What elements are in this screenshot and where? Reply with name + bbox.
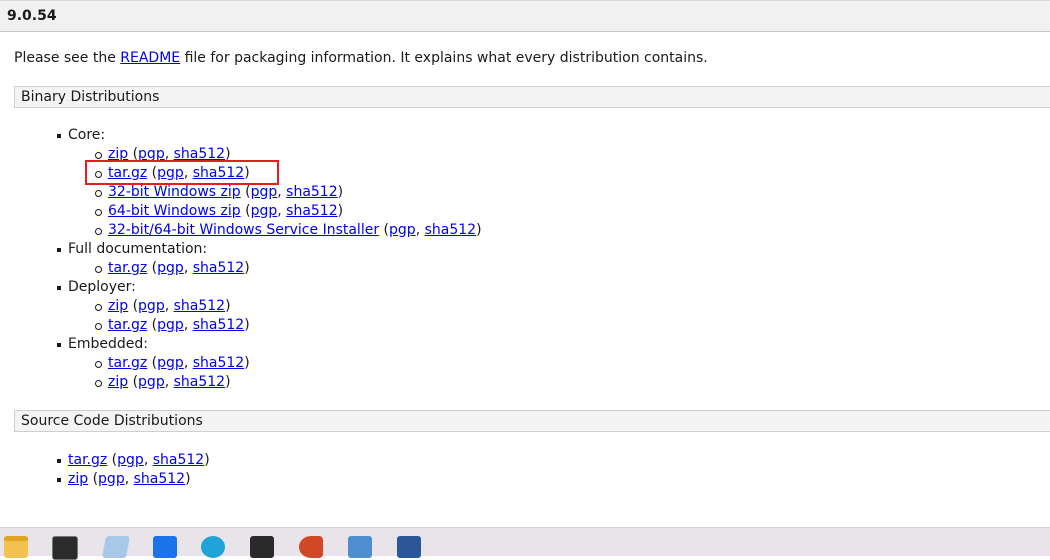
sha512-link[interactable]: sha512 [193,355,244,371]
sha512-link[interactable]: sha512 [286,184,337,200]
download-link[interactable]: zip [108,374,128,390]
pgp-link[interactable]: pgp [98,471,125,487]
sha512-link[interactable]: sha512 [193,260,244,276]
pgp-link[interactable]: pgp [157,260,184,276]
sha512-link[interactable]: sha512 [425,222,476,238]
list-item: zip (pgp, sha512) [94,297,482,316]
list-item: Full documentation: tar.gz (pgp, sha512) [54,240,482,278]
download-link[interactable]: 32-bit/64-bit Windows Service Installer [108,222,379,238]
terminal-icon[interactable] [52,536,78,560]
download-link[interactable]: tar.gz [108,260,147,276]
pgp-link[interactable]: pgp [389,222,416,238]
source-list: tar.gz (pgp, sha512) zip (pgp, sha512) [54,451,210,489]
deployer-sublist: zip (pgp, sha512) tar.gz (pgp, sha512) [94,297,482,335]
sha512-link[interactable]: sha512 [134,471,185,487]
download-link[interactable]: 32-bit Windows zip [108,184,241,200]
sha512-link[interactable]: sha512 [174,374,225,390]
download-link[interactable]: zip [108,298,128,314]
embedded-sublist: tar.gz (pgp, sha512) zip (pgp, sha512) [94,354,482,392]
download-link[interactable]: tar.gz [108,355,147,371]
download-link[interactable]: tar.gz [68,452,107,468]
list-item: tar.gz (pgp, sha512) [94,354,482,373]
download-link[interactable]: 64-bit Windows zip [108,203,241,219]
pgp-link[interactable]: pgp [157,317,184,333]
pgp-link[interactable]: pgp [251,203,278,219]
list-item: 32-bit/64-bit Windows Service Installer … [94,221,482,240]
intro-text: Please see the README file for packaging… [14,50,708,66]
version-title: 9.0.54 [7,8,57,24]
sha512-link[interactable]: sha512 [174,298,225,314]
list-item: tar.gz (pgp, sha512) [68,452,210,468]
readme-link[interactable]: README [120,50,180,66]
sha512-link[interactable]: sha512 [153,452,204,468]
highlight-box [85,160,279,185]
taskbar [0,527,1050,560]
download-link[interactable]: tar.gz [108,317,147,333]
source-section-header: Source Code Distributions [14,410,1050,432]
list-item: 32-bit Windows zip (pgp, sha512) [94,183,482,202]
pgp-link[interactable]: pgp [251,184,278,200]
list-item: Deployer: zip (pgp, sha512) tar.gz (pgp,… [54,278,482,335]
version-header: 9.0.54 [0,0,1050,32]
list-item: tar.gz (pgp, sha512) [94,316,482,335]
list-item: zip (pgp, sha512) [68,471,191,487]
pgp-link[interactable]: pgp [138,298,165,314]
pgp-link[interactable]: pgp [157,355,184,371]
pgp-link[interactable]: pgp [138,374,165,390]
list-item: Embedded: tar.gz (pgp, sha512) zip (pgp,… [54,335,482,392]
sha512-link[interactable]: sha512 [286,203,337,219]
list-item: tar.gz (pgp, sha512) [94,259,482,278]
binary-section-header: Binary Distributions [14,86,1050,108]
fulldoc-sublist: tar.gz (pgp, sha512) [94,259,482,278]
pgp-link[interactable]: pgp [117,452,144,468]
download-link[interactable]: zip [68,471,88,487]
sha512-link[interactable]: sha512 [193,317,244,333]
list-item: zip (pgp, sha512) [94,373,482,392]
list-item: 64-bit Windows zip (pgp, sha512) [94,202,482,221]
